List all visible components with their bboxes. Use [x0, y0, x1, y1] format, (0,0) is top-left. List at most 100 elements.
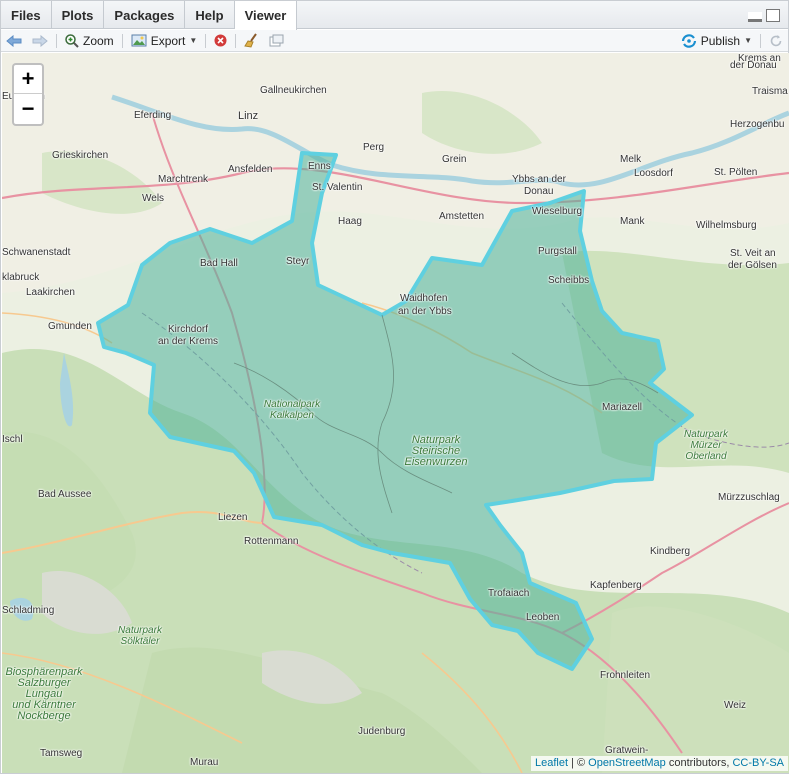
park-label: Naturpark Mürzer Oberland [684, 429, 728, 462]
place-label: Grein [442, 154, 467, 165]
place-label: Ansfelden [228, 164, 273, 175]
place-label: Haag [338, 216, 362, 227]
tab-packages[interactable]: Packages [104, 1, 186, 29]
license-link[interactable]: CC-BY-SA [732, 757, 784, 769]
place-label: Gmunden [48, 321, 92, 332]
place-label: Kapfenberg [590, 580, 642, 591]
place-label: Amstetten [439, 211, 485, 222]
arrow-right-icon [32, 34, 48, 47]
magnifier-zoom-icon [65, 33, 79, 48]
pane-tabbar: Files Plots Packages Help Viewer [1, 1, 788, 30]
place-label: Tamsweg [40, 748, 83, 759]
place-label: Melk [620, 154, 642, 165]
place-label: an der Krems [158, 336, 219, 347]
place-label: Enns [308, 161, 331, 172]
place-label: Mariazell [602, 402, 643, 413]
place-label: an der Ybbs [398, 306, 452, 317]
refresh-button[interactable] [764, 30, 788, 52]
attribution-text: contributors, [665, 757, 733, 769]
maximize-pane-icon[interactable] [766, 9, 780, 22]
export-label: Export [150, 33, 186, 48]
publish-label: Publish [700, 33, 741, 48]
place-label: Judenburg [358, 726, 406, 737]
broom-icon [244, 33, 258, 48]
chevron-down-icon: ▼ [744, 36, 752, 45]
place-label: Linz [238, 110, 259, 122]
toolbar-divider [235, 33, 237, 48]
zoom-button[interactable]: Zoom [60, 30, 119, 52]
place-label: Wieselburg [532, 206, 583, 217]
place-label: Schladming [2, 605, 55, 616]
map-basemap [2, 53, 789, 773]
place-label: Gallneukirchen [260, 85, 327, 96]
place-label: Grieskirchen [52, 150, 109, 161]
refresh-icon [770, 34, 782, 46]
viewer-pane: Files Plots Packages Help Viewer Zoom Ex… [0, 0, 789, 774]
place-label: Kindberg [650, 546, 691, 557]
place-label: Bad Aussee [38, 489, 92, 500]
zoom-in-button[interactable]: + [14, 65, 42, 94]
park-label-line: Mürzer [690, 440, 722, 451]
place-label: Frohnleiten [600, 670, 651, 681]
export-menu-button[interactable]: Export ▼ [126, 30, 203, 52]
place-label: St. Veit an [730, 248, 776, 259]
park-label-line: Oberland [685, 451, 727, 462]
minimize-pane-icon[interactable] [748, 12, 762, 22]
map-attribution: Leaflet | © OpenStreetMap contributors, … [530, 756, 788, 771]
park-label-line: Eisenwurzen [404, 456, 468, 468]
place-label: Mürzzuschlag [718, 492, 780, 503]
park-label: Biosphärenpark Salzburger Lungau und Kär… [5, 667, 82, 722]
place-label: Scheibbs [548, 275, 590, 286]
place-label: Perg [363, 142, 385, 153]
remove-viewer-button[interactable] [209, 30, 232, 52]
park-label-line: Sölktäler [120, 636, 160, 647]
place-label: Purgstall [538, 246, 577, 257]
tab-plots[interactable]: Plots [52, 1, 105, 29]
zoom-out-button[interactable]: − [14, 94, 42, 123]
zoom-label: Zoom [83, 33, 114, 48]
park-label-line: Nationalpark [263, 399, 321, 410]
place-label: Murau [190, 757, 219, 768]
leaflet-link[interactable]: Leaflet [535, 757, 568, 769]
new-window-icon [269, 34, 284, 47]
attribution-separator: | © [568, 757, 589, 769]
viewer-toolbar: Zoom Export ▼ Publish ▼ [1, 30, 788, 52]
place-label: Gratwein- [605, 745, 649, 756]
back-button[interactable] [1, 30, 27, 52]
arrow-left-icon [6, 34, 22, 47]
osm-link[interactable]: OpenStreetMap [588, 757, 666, 769]
place-label: Weiz [724, 700, 747, 711]
place-label: Ybbs an der [512, 174, 566, 185]
leaflet-map[interactable]: Gallneukirchen Linz Euerbach Eferding Gr… [2, 53, 789, 773]
place-label: Eferding [134, 110, 172, 121]
chevron-down-icon: ▼ [189, 36, 198, 45]
show-in-window-button[interactable] [264, 30, 289, 52]
publish-menu-button[interactable]: Publish ▼ [676, 30, 757, 52]
toolbar-divider [760, 33, 761, 48]
place-label: Marchtrenk [158, 174, 209, 185]
place-label: Waidhofen [400, 293, 448, 304]
place-label: Loosdorf [634, 168, 673, 179]
park-label-line: Nockberge [17, 710, 71, 722]
place-label: Donau [524, 186, 554, 197]
tab-files[interactable]: Files [1, 1, 52, 29]
place-label: der Donau [730, 60, 777, 71]
tab-help[interactable]: Help [185, 1, 235, 29]
toolbar-right: Publish ▼ [676, 30, 788, 52]
place-label: Ischl [2, 434, 23, 445]
tab-viewer[interactable]: Viewer [234, 1, 298, 30]
place-label: St. Pölten [714, 167, 758, 178]
place-label: Laakirchen [26, 287, 75, 298]
place-label: St. Valentin [312, 182, 363, 193]
place-label: Wilhelmsburg [696, 220, 757, 231]
clear-all-button[interactable] [239, 30, 264, 52]
place-label: der Gölsen [728, 260, 777, 271]
place-label: Schwanenstadt [2, 247, 71, 258]
place-label: Traisma [752, 86, 788, 97]
toolbar-divider [205, 33, 207, 48]
place-label: Wels [142, 193, 165, 204]
place-label: Herzogenbu [730, 119, 785, 130]
forward-button[interactable] [27, 30, 53, 52]
park-label-line: Kalkalpen [270, 410, 314, 421]
park-label-line: Naturpark [118, 625, 162, 636]
